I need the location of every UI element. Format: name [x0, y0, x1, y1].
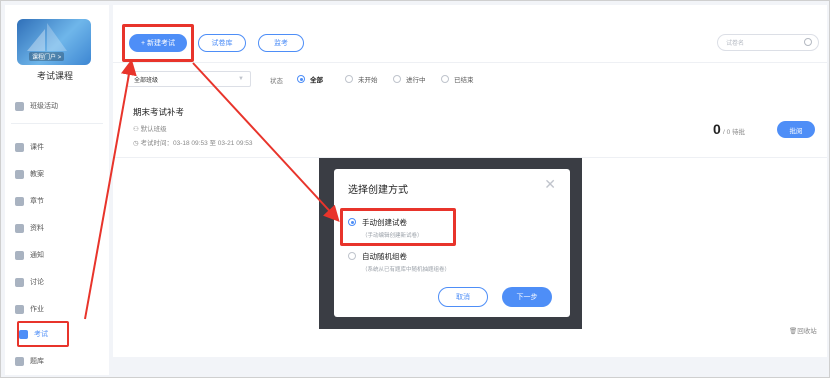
paper-bank-button[interactable]: 试卷库: [198, 34, 246, 52]
class-select[interactable]: 全部班级 ▼: [127, 71, 251, 87]
sidebar-item-chapter[interactable]: 章节: [15, 192, 103, 210]
radio-icon: [297, 75, 305, 83]
radio-icon: [348, 252, 356, 260]
status-radio-in-progress[interactable]: 进行中: [393, 74, 426, 84]
chapter-icon: [15, 196, 24, 206]
homework-icon: [15, 304, 24, 314]
sidebar-item-courseware[interactable]: 课件: [15, 138, 103, 156]
recycle-label: 回收站: [797, 328, 817, 335]
dialog-title: 选择创建方式: [348, 185, 408, 196]
question-bank-icon: [15, 356, 24, 366]
sidebar-item-exam[interactable]: 考试: [17, 321, 69, 347]
pending-count: / 0 待批: [723, 129, 746, 136]
search-input[interactable]: 试卷名: [717, 34, 819, 51]
radio-icon: [441, 75, 449, 83]
sidebar-item-label: 课件: [30, 144, 44, 151]
sidebar-item-label: 讨论: [30, 279, 44, 286]
lesson-plan-icon: [15, 169, 24, 179]
sidebar-item-label: 通知: [30, 252, 44, 259]
sidebar-item-homework[interactable]: 作业: [15, 300, 103, 318]
chat-icon: [15, 277, 24, 287]
status-radio-ended[interactable]: 已结束: [441, 74, 474, 84]
sidebar-item-materials[interactable]: 资料: [15, 219, 103, 237]
sidebar-item-lesson-plan[interactable]: 教案: [15, 165, 103, 183]
class-icon: ⚇: [133, 126, 141, 133]
sidebar-item-label: 资料: [30, 225, 44, 232]
radio-label: 未开始: [358, 77, 378, 84]
sidebar-item-label: 题库: [30, 358, 44, 365]
megaphone-icon: [15, 250, 24, 260]
sidebar-item-discussion[interactable]: 讨论: [15, 273, 103, 291]
exam-title[interactable]: 期末考试补考: [133, 106, 184, 118]
toolbar-divider: [113, 62, 827, 63]
status-radio-all[interactable]: 全部: [297, 74, 323, 84]
course-name: 考试课程: [36, 71, 73, 81]
sidebar-item-label: 章节: [30, 198, 44, 205]
radio-label: 全部: [310, 77, 323, 84]
courseware-icon: [15, 142, 24, 152]
new-exam-button[interactable]: + 新建考试: [129, 34, 187, 52]
radio-label: 进行中: [406, 77, 426, 84]
status-label: 状态: [270, 78, 283, 85]
radio-label: 已结束: [454, 77, 474, 84]
sidebar: 课程门户 > 考试课程 班级活动 课件 教案 章节 资料 通知 讨论 作业 考试…: [5, 5, 109, 375]
exam-class-label: 默认班级: [140, 126, 167, 133]
grid-icon: [15, 101, 24, 111]
search-placeholder: 试卷名: [726, 41, 745, 47]
next-step-button[interactable]: 下一步: [502, 287, 552, 307]
recycle-bin-link[interactable]: 🗑回收站: [789, 325, 817, 335]
exam-class: ⚇ 默认班级: [133, 123, 167, 133]
sidebar-item-label: 班级活动: [30, 103, 58, 110]
radio-icon: [393, 75, 401, 83]
app-window: 课程门户 > 考试课程 班级活动 课件 教案 章节 资料 通知 讨论 作业 考试…: [0, 0, 830, 378]
exam-time-label: 考试时间：03-18 09:53 至 03-21 09:53: [140, 140, 253, 147]
course-cover-image[interactable]: 课程门户 >: [17, 19, 91, 65]
course-portal-tag[interactable]: 课程门户 >: [29, 52, 65, 61]
sidebar-divider: [11, 123, 103, 124]
status-radio-not-started[interactable]: 未开始: [345, 74, 378, 84]
sidebar-item-question-bank[interactable]: 题库: [15, 352, 103, 370]
exam-icon: [19, 329, 28, 339]
class-select-value: 全部班级: [134, 77, 159, 84]
search-icon[interactable]: [804, 38, 812, 46]
cancel-button[interactable]: 取消: [438, 287, 488, 307]
option-label: 自动随机组卷: [362, 252, 407, 261]
exam-time: ◷ 考试时间：03-18 09:53 至 03-21 09:53: [133, 137, 253, 147]
sidebar-item-label: 考试: [34, 331, 48, 338]
option-hint: （系统从已有题库中随机抽题组卷）: [362, 267, 451, 273]
sidebar-item-label: 作业: [30, 306, 44, 313]
radio-icon: [345, 75, 353, 83]
submitted-count: 0: [713, 121, 721, 137]
close-icon[interactable]: ✕: [544, 176, 556, 193]
folder-icon: [15, 223, 24, 233]
sidebar-item-label: 教案: [30, 171, 44, 178]
option-random-create[interactable]: 自动随机组卷 （系统从已有题库中随机抽题组卷）: [348, 251, 450, 273]
chevron-down-icon: ▼: [238, 76, 244, 82]
proctor-button[interactable]: 监考: [258, 34, 304, 52]
review-button[interactable]: 批阅: [777, 121, 815, 138]
sidebar-item-notice[interactable]: 通知: [15, 246, 103, 264]
manual-option-highlight-box: [340, 208, 456, 246]
sidebar-item-class-activity[interactable]: 班级活动: [15, 97, 103, 115]
